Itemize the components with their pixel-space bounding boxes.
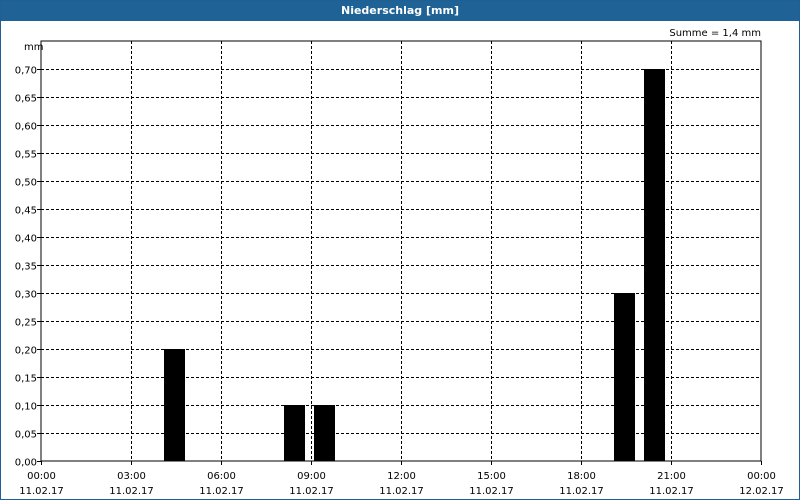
x-tick-time: 21:00 bbox=[657, 471, 686, 482]
y-tick-label: 0,60 bbox=[15, 122, 37, 133]
y-tick-label: 0,25 bbox=[15, 318, 37, 329]
y-tick-label: 0,10 bbox=[15, 402, 37, 413]
x-tick-date: 11.02.17 bbox=[289, 486, 334, 497]
y-tick-label: 0,45 bbox=[15, 206, 37, 217]
x-tick-date: 11.02.17 bbox=[559, 486, 604, 497]
bar-1900 bbox=[614, 293, 635, 461]
sum-annotation: Summe = 1,4 mm bbox=[669, 28, 761, 39]
y-tick-label: 0,15 bbox=[15, 374, 37, 385]
precipitation-chart: mm Summe = 1,4 mm 0,000,050,100,150,200,… bbox=[15, 28, 784, 497]
x-tick-time: 12:00 bbox=[387, 471, 416, 482]
x-tick-date: 11.02.17 bbox=[109, 486, 154, 497]
x-tick-date: 11.02.17 bbox=[469, 486, 514, 497]
bar-0800 bbox=[284, 405, 305, 461]
y-tick-label: 0,40 bbox=[15, 234, 37, 245]
x-tick-time: 15:00 bbox=[477, 471, 506, 482]
x-tick-time: 18:00 bbox=[567, 471, 596, 482]
x-tick-date: 11.02.17 bbox=[199, 486, 244, 497]
y-tick-label: 0,30 bbox=[15, 290, 37, 301]
x-tick-date: 11.02.17 bbox=[649, 486, 694, 497]
bar-0900 bbox=[314, 405, 335, 461]
bars bbox=[164, 69, 665, 461]
x-tick-labels: 00:00 11.02.17 03:00 11.02.17 06:00 11.02.17 0… bbox=[19, 461, 784, 497]
x-tick-date: 11.02.17 bbox=[379, 486, 424, 497]
y-tick-label: 0,05 bbox=[15, 430, 37, 441]
x-tick-time: 00:00 bbox=[747, 471, 776, 482]
y-tick-label: 0,55 bbox=[15, 150, 37, 161]
y-tick-label: 0,70 bbox=[15, 66, 37, 77]
x-tick-time: 06:00 bbox=[207, 471, 236, 482]
y-tick-label: 0,00 bbox=[15, 458, 37, 469]
y-tick-label: 0,20 bbox=[15, 346, 37, 357]
bar-2000 bbox=[644, 69, 665, 461]
x-tick-time: 09:00 bbox=[297, 471, 326, 482]
y-tick-label: 0,50 bbox=[15, 178, 37, 189]
y-tick-labels: 0,00 0,05 0,10 0,15 0,20 0,25 0,30 0,35 0,40 0,45… bbox=[15, 66, 41, 469]
x-tick-time: 03:00 bbox=[117, 471, 146, 482]
bar-0400 bbox=[164, 349, 185, 461]
y-tick-label: 0,35 bbox=[15, 262, 37, 273]
x-tick-date: 12.02.17 bbox=[739, 486, 784, 497]
x-tick-date: 11.02.17 bbox=[19, 486, 64, 497]
x-tick-time: 00:00 bbox=[27, 471, 56, 482]
y-tick-label: 0,65 bbox=[15, 94, 37, 105]
